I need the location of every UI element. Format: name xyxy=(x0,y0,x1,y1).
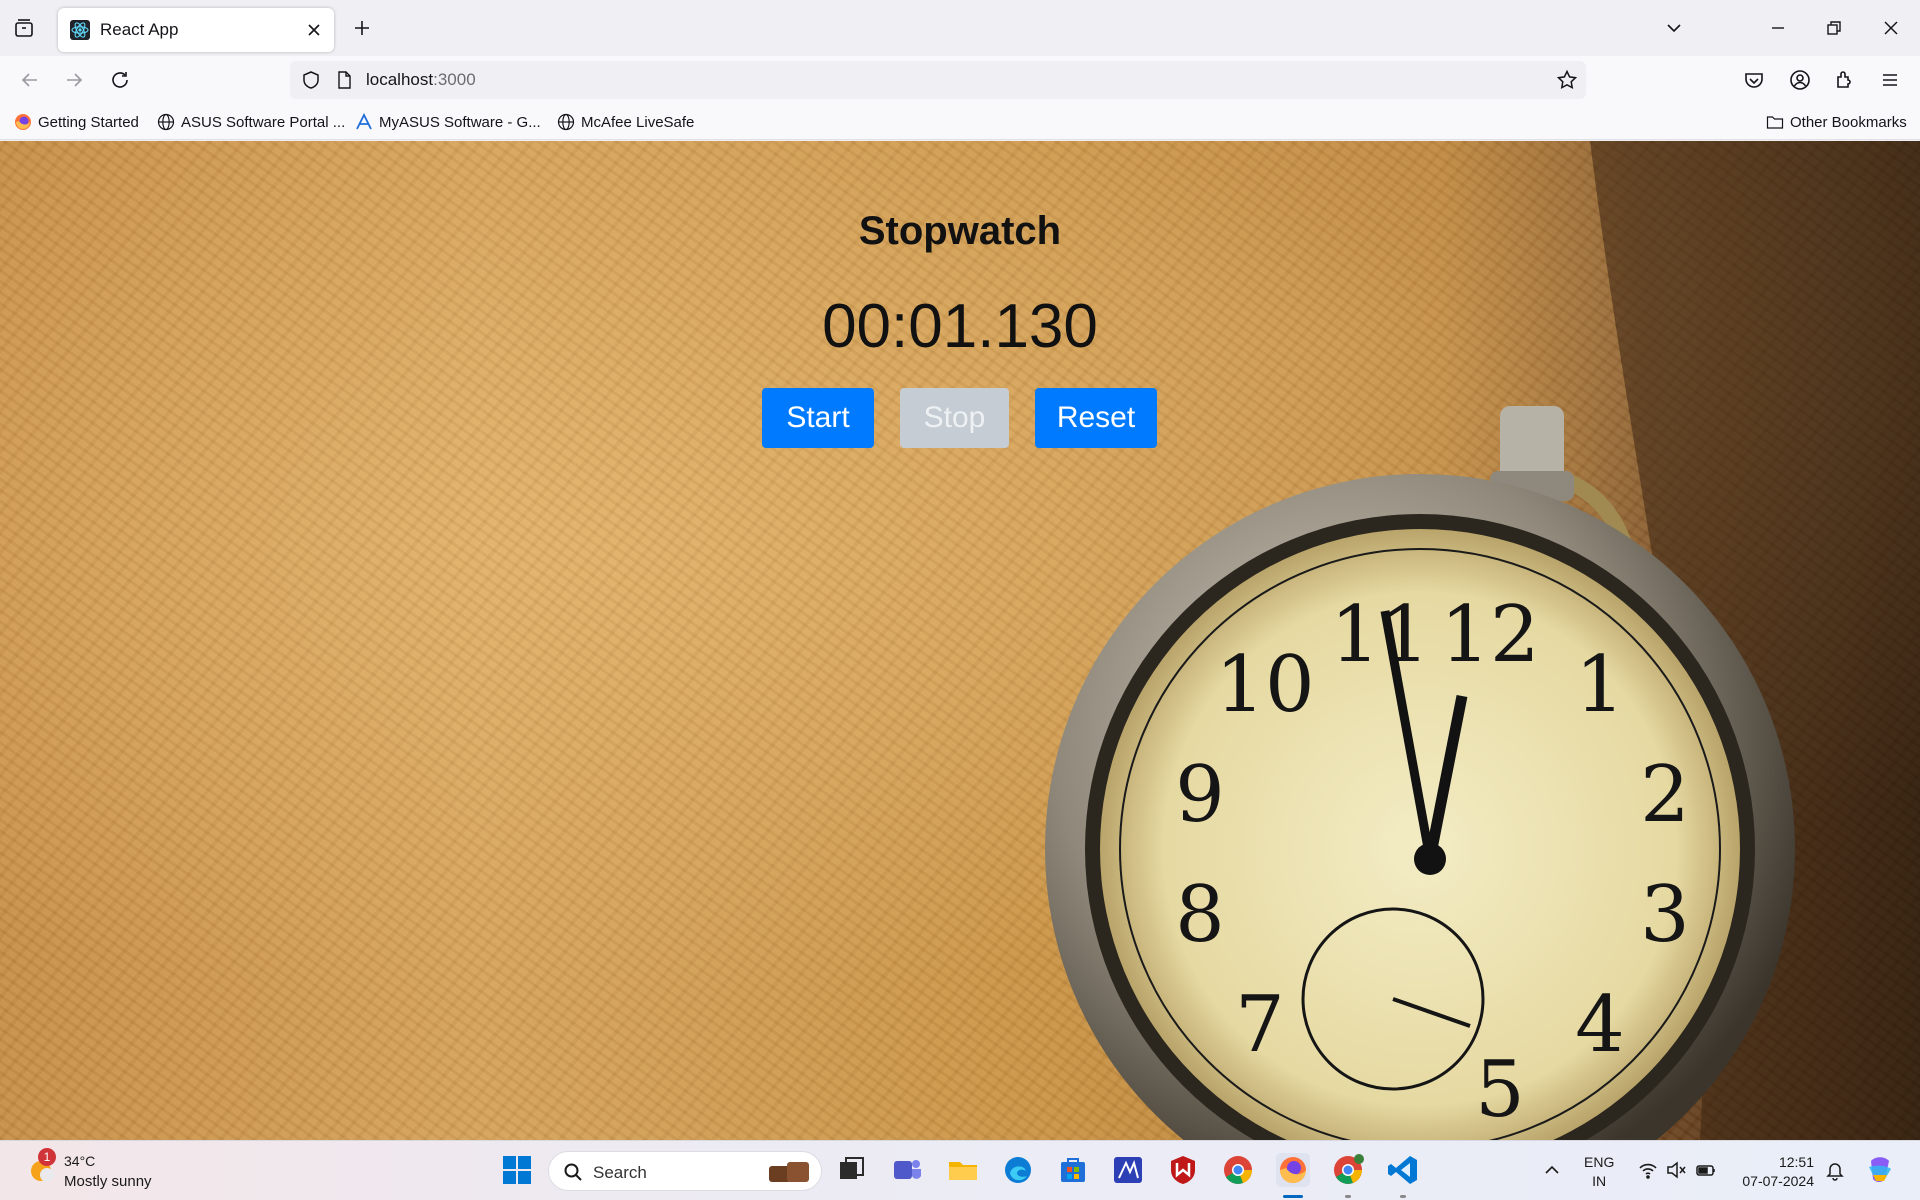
search-label: Search xyxy=(593,1163,647,1182)
back-icon[interactable] xyxy=(18,68,42,92)
tab-bar: React App xyxy=(0,0,1920,56)
task-view-icon[interactable] xyxy=(834,1153,868,1187)
svg-text:4: 4 xyxy=(1575,980,1625,1070)
bookmarks-toolbar: Getting Started ASUS Software Portal ...… xyxy=(0,104,1920,140)
chrome-profile-icon[interactable] xyxy=(1331,1153,1365,1187)
weather-condition: Mostly sunny xyxy=(64,1173,152,1190)
svg-text:12: 12 xyxy=(1440,590,1539,680)
minimize-icon[interactable] xyxy=(1764,14,1792,42)
bookmark-star-icon[interactable] xyxy=(1556,69,1578,91)
tracking-shield-icon[interactable] xyxy=(300,69,322,91)
svg-text:2: 2 xyxy=(1640,750,1690,840)
list-all-tabs-icon[interactable] xyxy=(1660,14,1688,42)
taskbar-search[interactable]: Search xyxy=(548,1151,822,1191)
folder-icon xyxy=(1766,116,1784,129)
restore-icon[interactable] xyxy=(1820,14,1848,42)
url-text[interactable]: localhost:3000 xyxy=(366,70,476,90)
stopwatch-page: 12 1 2 3 4 5 10 9 8 7 11 Stopwatch 00:01… xyxy=(0,141,1920,1140)
vscode-icon[interactable] xyxy=(1386,1153,1420,1187)
svg-text:11: 11 xyxy=(1330,590,1429,680)
globe-icon xyxy=(557,113,575,131)
other-bookmarks[interactable]: Other Bookmarks xyxy=(1766,112,1907,132)
weather-temperature: 34°C xyxy=(64,1153,96,1169)
svg-text:3: 3 xyxy=(1640,870,1690,960)
stop-button[interactable]: Stop xyxy=(900,388,1009,448)
firefox-active-indicator xyxy=(1283,1195,1303,1198)
tab-list-icon[interactable] xyxy=(12,16,36,40)
file-explorer-icon[interactable] xyxy=(946,1153,980,1187)
bookmark-getting-started[interactable]: Getting Started xyxy=(14,112,139,132)
svg-text:7: 7 xyxy=(1235,980,1285,1070)
svg-text:5: 5 xyxy=(1475,1045,1525,1135)
start-button[interactable]: Start xyxy=(762,388,874,448)
weather-badge: 1 xyxy=(38,1148,56,1166)
forward-icon[interactable] xyxy=(62,68,86,92)
vscode-running-indicator xyxy=(1400,1195,1406,1198)
myasus-icon xyxy=(356,113,372,130)
mcafee-icon[interactable] xyxy=(1166,1153,1200,1187)
navigation-bar: localhost:3000 xyxy=(0,56,1920,104)
pocket-icon[interactable] xyxy=(1742,68,1766,92)
input-language[interactable]: ENG IN xyxy=(1584,1153,1614,1191)
search-highlight-icon xyxy=(769,1162,809,1182)
chrome-running-indicator xyxy=(1345,1195,1351,1198)
system-clock[interactable]: 12:51 07-07-2024 xyxy=(1734,1153,1814,1191)
close-window-icon[interactable] xyxy=(1877,14,1905,42)
windows-start-icon[interactable] xyxy=(500,1153,534,1187)
volume-muted-icon[interactable] xyxy=(1665,1159,1687,1181)
show-hidden-icons-chevron-icon[interactable] xyxy=(1541,1159,1563,1181)
globe-icon xyxy=(157,113,175,131)
react-favicon-icon xyxy=(70,20,90,40)
close-tab-icon[interactable] xyxy=(304,20,324,40)
page-info-icon[interactable] xyxy=(334,70,354,90)
edge-icon[interactable] xyxy=(1001,1153,1035,1187)
search-icon xyxy=(564,1163,582,1181)
copilot-icon[interactable] xyxy=(1863,1153,1897,1187)
svg-text:10: 10 xyxy=(1215,640,1314,730)
wifi-icon[interactable] xyxy=(1637,1159,1659,1181)
chrome-icon[interactable] xyxy=(1221,1153,1255,1187)
reset-button[interactable]: Reset xyxy=(1035,388,1157,448)
account-icon[interactable] xyxy=(1788,68,1812,92)
bookmark-myasus-software[interactable]: MyASUS Software - G... xyxy=(355,112,541,132)
reload-icon[interactable] xyxy=(108,68,132,92)
new-tab-icon[interactable] xyxy=(350,16,374,40)
tab-title: React App xyxy=(100,20,179,39)
extensions-icon[interactable] xyxy=(1833,68,1857,92)
elapsed-time-display: 00:01.130 xyxy=(822,292,1098,361)
menu-icon[interactable] xyxy=(1878,68,1902,92)
bookmark-mcafee-livesafe[interactable]: McAfee LiveSafe xyxy=(557,112,694,132)
tab-react-app[interactable]: React App xyxy=(58,8,334,52)
svg-text:1: 1 xyxy=(1575,640,1625,730)
teams-icon[interactable] xyxy=(890,1153,924,1187)
firefox-taskbar-icon[interactable] xyxy=(1276,1153,1310,1187)
windows-taskbar: 1 34°C Mostly sunny Search ENG IN 12:51 … xyxy=(0,1140,1920,1200)
address-bar[interactable]: localhost:3000 xyxy=(290,61,1586,99)
svg-text:8: 8 xyxy=(1175,870,1225,960)
myasus-app-icon[interactable] xyxy=(1111,1153,1145,1187)
bookmark-asus-software-portal[interactable]: ASUS Software Portal ... xyxy=(157,112,345,132)
svg-text:9: 9 xyxy=(1175,750,1225,840)
battery-icon[interactable] xyxy=(1695,1159,1717,1181)
stopwatch-title: Stopwatch xyxy=(858,209,1062,253)
microsoft-store-icon[interactable] xyxy=(1056,1153,1090,1187)
firefox-icon xyxy=(15,114,31,130)
notification-bell-icon[interactable] xyxy=(1824,1159,1846,1181)
